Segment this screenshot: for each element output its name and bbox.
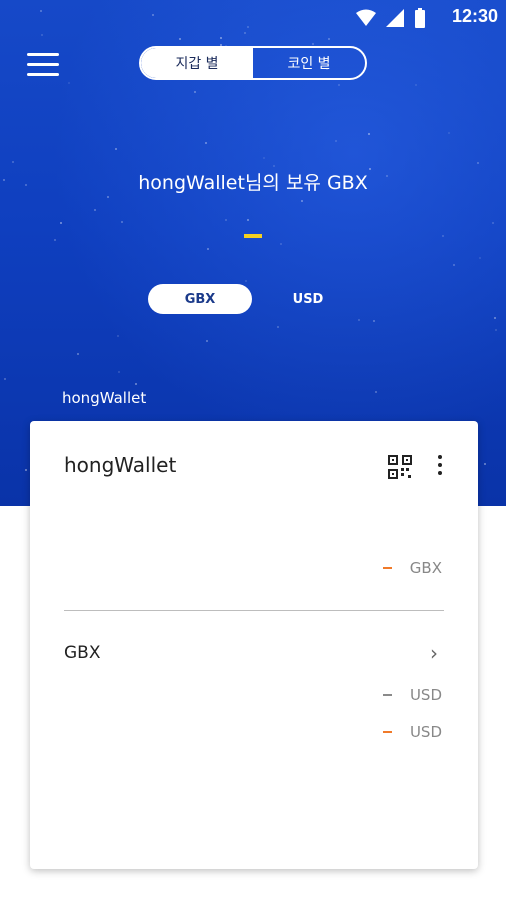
- star-dot: [415, 84, 417, 86]
- star-dot: [118, 371, 120, 373]
- star-dot: [301, 200, 303, 202]
- star-dot: [68, 82, 70, 84]
- star-dot: [479, 257, 481, 259]
- tab-by-wallet[interactable]: 지갑 별: [141, 48, 253, 78]
- unit-option-usd[interactable]: USD: [268, 284, 348, 314]
- star-dot: [484, 463, 486, 465]
- star-dot: [328, 38, 330, 40]
- battery-icon: [415, 8, 425, 28]
- wallet-total-amount-placeholder: [382, 567, 392, 569]
- star-dot: [54, 239, 56, 241]
- star-dot: [263, 157, 265, 159]
- star-dot: [312, 43, 314, 45]
- hamburger-menu-icon[interactable]: [27, 53, 59, 77]
- star-dot: [453, 264, 455, 266]
- coin-change-row: USD: [382, 723, 442, 741]
- total-amount-placeholder: [244, 234, 262, 238]
- star-dot: [220, 37, 222, 39]
- star-dot: [442, 235, 444, 237]
- view-toggle: 지갑 별 코인 별: [139, 46, 367, 80]
- star-dot: [41, 34, 43, 36]
- star-dot: [492, 222, 494, 224]
- coin-name[interactable]: GBX: [64, 643, 100, 663]
- star-dot: [358, 319, 360, 321]
- star-dot: [338, 84, 340, 86]
- more-options-icon[interactable]: [430, 455, 450, 479]
- star-dot: [194, 91, 196, 93]
- star-dot: [12, 161, 14, 163]
- coin-value-row: USD: [382, 686, 442, 704]
- star-dot: [247, 219, 249, 221]
- star-dot: [375, 391, 377, 393]
- coin-change-unit: USD: [409, 723, 442, 741]
- unit-option-gbx[interactable]: GBX: [148, 284, 252, 314]
- wifi-icon: [356, 9, 376, 26]
- star-dot: [115, 148, 117, 150]
- star-dot: [368, 133, 370, 135]
- qr-code-icon[interactable]: [388, 455, 412, 479]
- wallet-card: hongWallet GBX GBX › USD USD: [30, 421, 478, 869]
- wallet-section-label: hongWallet: [62, 389, 147, 407]
- star-dot: [60, 222, 62, 224]
- wallet-total-row: GBX: [382, 559, 442, 577]
- status-time: 12:30: [451, 6, 498, 26]
- coin-value-placeholder: [382, 694, 392, 696]
- tab-by-coin[interactable]: 코인 별: [253, 48, 365, 78]
- star-dot: [135, 383, 137, 385]
- star-dot: [448, 132, 450, 134]
- star-dot: [179, 38, 181, 40]
- star-dot: [94, 209, 96, 211]
- coin-change-placeholder: [382, 731, 392, 733]
- star-dot: [373, 320, 375, 322]
- star-dot: [225, 219, 227, 221]
- star-dot: [494, 317, 496, 319]
- star-dot: [4, 378, 6, 380]
- star-dot: [207, 248, 209, 250]
- star-dot: [77, 353, 79, 355]
- coin-value-unit: USD: [409, 686, 442, 704]
- status-bar: 12:30: [0, 0, 506, 34]
- star-dot: [495, 329, 497, 331]
- star-dot: [206, 340, 208, 342]
- wallet-total-unit: GBX: [409, 559, 442, 577]
- signal-icon: [386, 9, 404, 27]
- star-dot: [273, 165, 275, 167]
- star-dot: [477, 162, 479, 164]
- divider: [64, 610, 444, 611]
- wallet-name: hongWallet: [64, 453, 177, 477]
- holdings-headline: hongWallet님의 보유 GBX: [138, 172, 368, 194]
- star-dot: [280, 243, 282, 245]
- star-dot: [107, 196, 109, 198]
- star-dot: [117, 335, 119, 337]
- star-dot: [277, 326, 279, 328]
- chevron-right-icon[interactable]: ›: [430, 641, 438, 665]
- star-dot: [245, 280, 247, 282]
- star-dot: [121, 221, 123, 223]
- unit-toggle: GBX USD: [148, 284, 368, 314]
- star-dot: [205, 142, 207, 144]
- star-dot: [25, 469, 27, 471]
- star-dot: [335, 140, 337, 142]
